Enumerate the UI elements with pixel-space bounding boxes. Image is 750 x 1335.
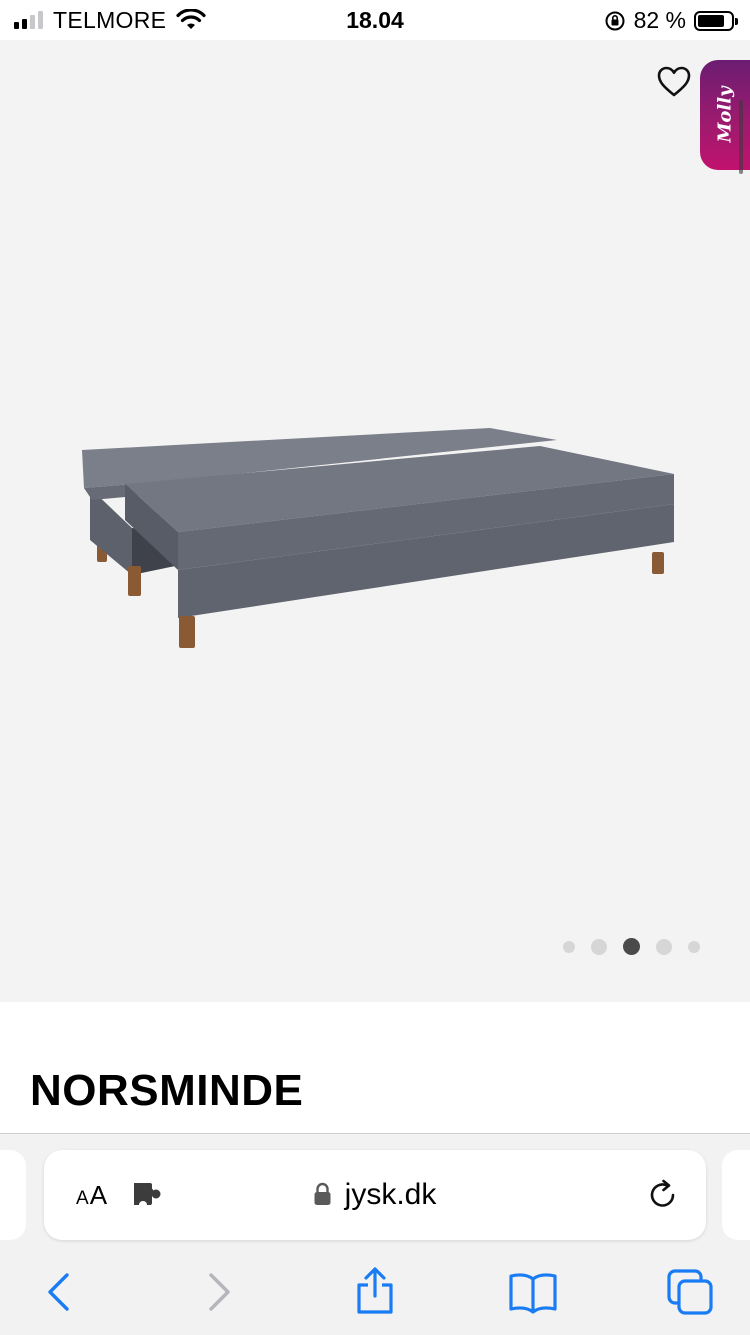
- battery-percent: 82 %: [633, 7, 686, 33]
- assistant-badge-label: Molly: [714, 86, 736, 143]
- orientation-lock-icon: [605, 11, 625, 30]
- share-icon[interactable]: [353, 1266, 397, 1316]
- reload-icon[interactable]: [646, 1178, 680, 1212]
- lock-icon: [314, 1182, 331, 1205]
- battery-fill: [698, 14, 725, 27]
- tabs-icon[interactable]: [666, 1268, 714, 1316]
- back-icon[interactable]: [38, 1270, 82, 1314]
- browser-toolbar: AA jysk.dk: [0, 1133, 750, 1335]
- scrollbar[interactable]: [739, 100, 743, 174]
- pagination-dot-active[interactable]: [623, 938, 640, 955]
- url-display[interactable]: jysk.dk: [44, 1178, 706, 1212]
- status-bar: TELMORE 18.04 82 %: [0, 0, 750, 40]
- address-bar[interactable]: AA jysk.dk: [44, 1150, 706, 1240]
- pagination-dot[interactable]: [656, 938, 672, 955]
- previous-tab-peek[interactable]: [0, 1150, 26, 1240]
- product-image: [82, 428, 674, 648]
- pagination-dot[interactable]: [591, 938, 607, 955]
- url-text: jysk.dk: [344, 1178, 437, 1211]
- product-image-gallery[interactable]: Molly: [0, 40, 750, 1002]
- image-pagination[interactable]: [563, 938, 700, 955]
- bookmarks-icon[interactable]: [508, 1270, 558, 1314]
- forward-icon[interactable]: [196, 1270, 240, 1314]
- product-title: NORSMINDE: [30, 1066, 304, 1115]
- status-right: 82 %: [604, 7, 738, 34]
- pagination-dot[interactable]: [563, 940, 575, 953]
- battery-icon: [694, 10, 738, 31]
- heart-outline-icon[interactable]: [656, 64, 692, 100]
- next-tab-peek[interactable]: [722, 1150, 750, 1240]
- pagination-dot[interactable]: [688, 940, 700, 953]
